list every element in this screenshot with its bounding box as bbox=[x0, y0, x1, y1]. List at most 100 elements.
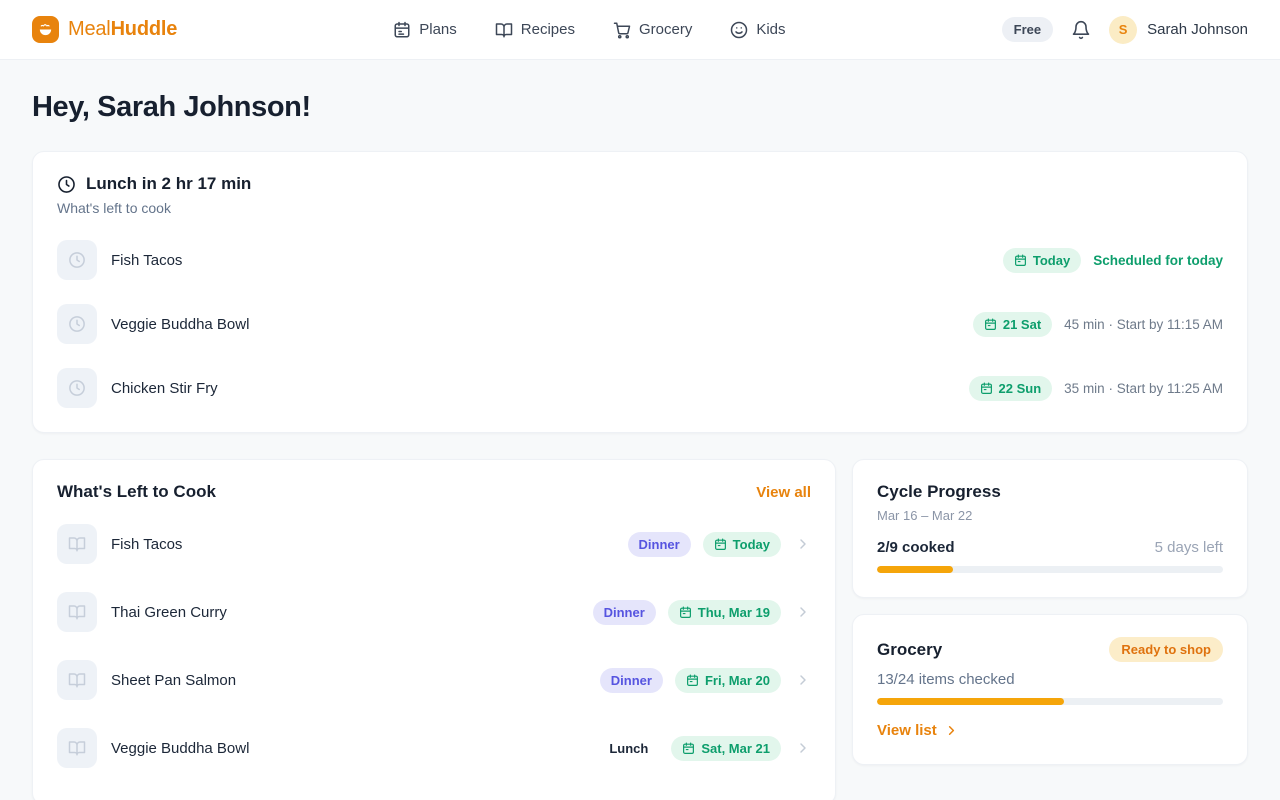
book-open-icon bbox=[495, 21, 513, 39]
meal-thumbnail bbox=[57, 368, 97, 408]
meal-thumbnail bbox=[57, 304, 97, 344]
countdown-title: Lunch in 2 hr 17 min bbox=[86, 174, 251, 194]
up-next-header: Lunch in 2 hr 17 min bbox=[57, 174, 1223, 194]
app-logo[interactable]: MealHuddle bbox=[32, 16, 177, 43]
meal-thumbnail bbox=[57, 240, 97, 280]
cycle-progress-bar bbox=[877, 566, 1223, 573]
chevron-right-icon[interactable] bbox=[795, 604, 811, 620]
chevron-right-icon bbox=[944, 723, 959, 738]
up-next-card: Lunch in 2 hr 17 min What's left to cook… bbox=[32, 151, 1248, 433]
cycle-progress-card: Cycle Progress Mar 16 – Mar 22 2/9 cooke… bbox=[852, 459, 1248, 598]
plan-tier-badge: Free bbox=[1002, 17, 1053, 42]
recipe-row-meta: Lunch Sat, Mar 21 bbox=[598, 736, 811, 761]
date-badge: Fri, Mar 20 bbox=[675, 668, 781, 693]
up-next-subtitle: What's left to cook bbox=[57, 200, 1223, 216]
user-menu[interactable]: S Sarah Johnson bbox=[1109, 16, 1248, 44]
date-badge: Thu, Mar 19 bbox=[668, 600, 781, 625]
recipe-name: Fish Tacos bbox=[111, 536, 182, 553]
side-column: Cycle Progress Mar 16 – Mar 22 2/9 cooke… bbox=[852, 459, 1248, 765]
notifications-button[interactable] bbox=[1071, 20, 1091, 40]
clock-icon bbox=[68, 315, 86, 333]
nav-item-kids[interactable]: Kids bbox=[730, 21, 785, 39]
meal-name: Fish Tacos bbox=[111, 252, 182, 269]
meal-row[interactable]: Fish Tacos Today Scheduled for today bbox=[57, 228, 1223, 292]
date-badge: Sat, Mar 21 bbox=[671, 736, 781, 761]
view-list-link[interactable]: View list bbox=[877, 722, 959, 739]
recipe-row[interactable]: Sheet Pan Salmon Dinner Fri, Mar 20 bbox=[57, 646, 811, 714]
book-open-icon bbox=[68, 535, 86, 553]
meal-type-badge: Dinner bbox=[600, 668, 663, 693]
user-name: Sarah Johnson bbox=[1147, 21, 1248, 38]
app-name: MealHuddle bbox=[68, 18, 177, 41]
card-title: What's Left to Cook bbox=[57, 482, 216, 502]
recipe-name: Veggie Buddha Bowl bbox=[111, 740, 249, 757]
date-badge: 22 Sun bbox=[969, 376, 1053, 401]
nav-item-plans[interactable]: Plans bbox=[393, 21, 457, 39]
cooked-count: 2/9 cooked bbox=[877, 539, 955, 556]
calendar-icon bbox=[714, 538, 727, 551]
top-navigation-bar: MealHuddle Plans Recipes Grocery Kids Fr… bbox=[0, 0, 1280, 60]
recipe-thumbnail bbox=[57, 524, 97, 564]
prep-meta: 35 min · Start by 11:25 AM bbox=[1064, 381, 1223, 396]
up-next-list: Fish Tacos Today Scheduled for today Veg… bbox=[57, 228, 1223, 420]
recipe-name: Sheet Pan Salmon bbox=[111, 672, 236, 689]
ready-to-shop-badge: Ready to shop bbox=[1109, 637, 1223, 662]
date-badge: Today bbox=[703, 532, 781, 557]
calendar-icon bbox=[679, 606, 692, 619]
chevron-right-icon[interactable] bbox=[795, 536, 811, 552]
nav-label: Grocery bbox=[639, 21, 692, 38]
whats-left-card: What's Left to Cook View all Fish Tacos … bbox=[32, 459, 836, 800]
recipe-row[interactable]: Fish Tacos Dinner Today bbox=[57, 510, 811, 578]
whats-left-header: What's Left to Cook View all bbox=[57, 482, 811, 502]
book-open-icon bbox=[68, 739, 86, 757]
nav-item-recipes[interactable]: Recipes bbox=[495, 21, 575, 39]
recipe-row-meta: Dinner Today bbox=[628, 532, 812, 557]
header-right-group: Free S Sarah Johnson bbox=[1002, 16, 1248, 44]
meal-type-badge: Lunch bbox=[598, 736, 659, 761]
grocery-card: Grocery Ready to shop 13/24 items checke… bbox=[852, 614, 1248, 765]
book-open-icon bbox=[68, 603, 86, 621]
grocery-progress-fill bbox=[877, 698, 1064, 705]
calendar-icon bbox=[682, 742, 695, 755]
recipe-thumbnail bbox=[57, 592, 97, 632]
recipe-row-meta: Dinner Thu, Mar 19 bbox=[593, 600, 811, 625]
bell-icon bbox=[1071, 20, 1091, 40]
smiley-icon bbox=[730, 21, 748, 39]
book-open-icon bbox=[68, 671, 86, 689]
nav-item-grocery[interactable]: Grocery bbox=[613, 21, 692, 39]
grocery-header: Grocery Ready to shop bbox=[877, 637, 1223, 662]
view-all-link[interactable]: View all bbox=[756, 484, 811, 501]
view-list-label: View list bbox=[877, 722, 937, 739]
cycle-stats: 2/9 cooked 5 days left bbox=[877, 539, 1223, 556]
recipe-row[interactable]: Veggie Buddha Bowl Lunch Sat, Mar 21 bbox=[57, 714, 811, 782]
cart-icon bbox=[613, 21, 631, 39]
card-title: Grocery bbox=[877, 640, 942, 660]
clock-icon bbox=[57, 175, 76, 194]
chevron-right-icon[interactable] bbox=[795, 740, 811, 756]
meal-name: Chicken Stir Fry bbox=[111, 380, 218, 397]
bowl-logo-icon bbox=[32, 16, 59, 43]
date-badge: 21 Sat bbox=[973, 312, 1052, 337]
recipe-row[interactable]: Thai Green Curry Dinner Thu, Mar 19 bbox=[57, 578, 811, 646]
cycle-progress-fill bbox=[877, 566, 953, 573]
meal-name: Veggie Buddha Bowl bbox=[111, 316, 249, 333]
chevron-right-icon[interactable] bbox=[795, 672, 811, 688]
recipe-thumbnail bbox=[57, 660, 97, 700]
nav-label: Recipes bbox=[521, 21, 575, 38]
meal-row[interactable]: Veggie Buddha Bowl 21 Sat 45 min · Start… bbox=[57, 292, 1223, 356]
items-checked-count: 13/24 items checked bbox=[877, 671, 1223, 688]
clock-icon bbox=[68, 379, 86, 397]
recipe-row-meta: Dinner Fri, Mar 20 bbox=[600, 668, 811, 693]
meal-type-badge: Dinner bbox=[593, 600, 656, 625]
calendar-icon bbox=[980, 382, 993, 395]
meal-row-meta: Today Scheduled for today bbox=[1003, 248, 1223, 273]
whats-left-list: Fish Tacos Dinner Today bbox=[57, 510, 811, 782]
grocery-progress-bar bbox=[877, 698, 1223, 705]
recipe-thumbnail bbox=[57, 728, 97, 768]
calendar-icon bbox=[393, 21, 411, 39]
page-title: Hey, Sarah Johnson! bbox=[32, 91, 1248, 124]
primary-nav: Plans Recipes Grocery Kids bbox=[177, 21, 1001, 39]
calendar-icon bbox=[1014, 254, 1027, 267]
meal-row-meta: 21 Sat 45 min · Start by 11:15 AM bbox=[973, 312, 1223, 337]
meal-row[interactable]: Chicken Stir Fry 22 Sun 35 min · Start b… bbox=[57, 356, 1223, 420]
